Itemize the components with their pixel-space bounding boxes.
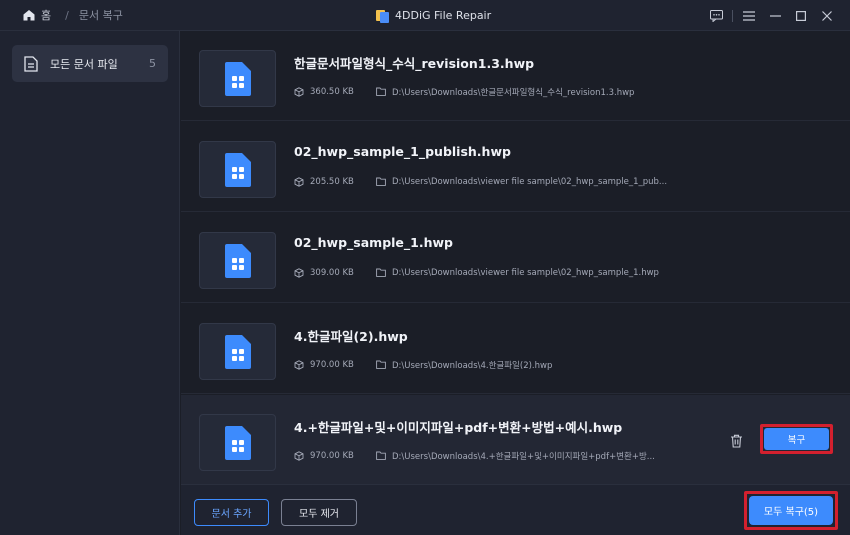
breadcrumb-current: 문서 복구 <box>78 9 123 22</box>
file-name: 4.+한글파일+및+이미지파일+pdf+변환+방법+예시.hwp <box>294 420 623 435</box>
file-row[interactable]: 02_hwp_sample_1.hwp 309.00 KB D:\Users\D… <box>181 213 850 303</box>
app-title-text: 4DDiG File Repair <box>395 9 492 22</box>
file-size: 205.50 KB <box>310 177 354 187</box>
file-thumbnail <box>199 323 276 380</box>
file-size-icon <box>294 360 304 370</box>
recover-button-highlight: 복구 <box>760 424 833 454</box>
breadcrumb-home[interactable]: 홈 <box>41 7 51 23</box>
file-path: D:\Users\Downloads\한글문서파일형식_수식_revision1… <box>392 88 635 98</box>
file-row[interactable]: 02_hwp_sample_1_publish.hwp 205.50 KB D:… <box>181 122 850 212</box>
file-meta: 205.50 KB D:\Users\Downloads\viewer file… <box>294 177 667 187</box>
file-row-selected[interactable]: 4.+한글파일+및+이미지파일+pdf+변환+방법+예시.hwp 970.00 … <box>181 395 850 484</box>
file-name: 02_hwp_sample_1.hwp <box>294 235 453 250</box>
folder-icon <box>376 268 386 278</box>
sidebar-item-all-documents[interactable]: 모든 문서 파일 5 <box>12 45 168 82</box>
file-size: 360.50 KB <box>310 87 354 97</box>
home-icon[interactable] <box>22 8 36 22</box>
clear-all-button[interactable]: 모두 제거 <box>281 499 357 526</box>
title-bar: 홈 / 문서 복구 4DDiG File Repair <box>0 0 850 31</box>
file-meta: 970.00 KB D:\Users\Downloads\4.한글파일(2).h… <box>294 359 552 371</box>
breadcrumb: 홈 / 문서 복구 <box>0 7 123 23</box>
file-size-icon <box>294 268 304 278</box>
file-size: 970.00 KB <box>310 360 354 370</box>
file-list: 한글문서파일형식_수식_revision1.3.hwp 360.50 KB D:… <box>181 31 850 484</box>
hwp-file-icon <box>224 425 251 460</box>
controls-divider <box>732 9 733 22</box>
file-meta: 309.00 KB D:\Users\Downloads\viewer file… <box>294 268 659 278</box>
trash-icon[interactable] <box>728 433 744 449</box>
document-icon <box>24 55 38 72</box>
file-thumbnail <box>199 414 276 471</box>
file-name: 02_hwp_sample_1_publish.hwp <box>294 144 511 159</box>
folder-icon <box>376 360 386 370</box>
add-document-button[interactable]: 문서 추가 <box>194 499 269 526</box>
recover-button[interactable]: 복구 <box>764 428 829 450</box>
file-row[interactable]: 4.한글파일(2).hwp 970.00 KB D:\Users\Downloa… <box>181 304 850 394</box>
sidebar-item-label: 모든 문서 파일 <box>50 57 118 71</box>
window-controls <box>703 0 840 31</box>
file-path: D:\Users\Downloads\viewer file sample\02… <box>392 177 668 187</box>
file-size: 309.00 KB <box>310 268 354 278</box>
file-size-icon <box>294 177 304 187</box>
file-thumbnail <box>199 50 276 107</box>
hwp-file-icon <box>224 334 251 369</box>
file-path: D:\Users\Downloads\4.한글파일(2).hwp <box>392 361 553 371</box>
hwp-file-icon <box>224 152 251 187</box>
app-logo-icon <box>376 9 389 23</box>
recover-all-button[interactable]: 모두 복구(5) <box>749 496 833 525</box>
file-meta: 360.50 KB D:\Users\Downloads\한글문서파일형식_수식… <box>294 86 634 98</box>
file-path: D:\Users\Downloads\4.+한글파일+및+이미지파일+pdf+변… <box>392 452 655 462</box>
file-meta: 970.00 KB D:\Users\Downloads\4.+한글파일+및+이… <box>294 450 655 462</box>
hwp-file-icon <box>224 61 251 96</box>
file-size-icon <box>294 87 304 97</box>
sidebar: 모든 문서 파일 5 <box>0 31 180 535</box>
file-size: 970.00 KB <box>310 451 354 461</box>
folder-icon <box>376 177 386 187</box>
close-icon[interactable] <box>814 0 840 31</box>
folder-icon <box>376 451 386 461</box>
recover-all-highlight: 모두 복구(5) <box>744 491 838 530</box>
file-row[interactable]: 한글문서파일형식_수식_revision1.3.hwp 360.50 KB D:… <box>181 31 850 121</box>
menu-icon[interactable] <box>736 0 762 31</box>
folder-icon <box>376 87 386 97</box>
file-thumbnail <box>199 141 276 198</box>
feedback-icon[interactable] <box>703 0 729 31</box>
maximize-icon[interactable] <box>788 0 814 31</box>
app-title: 4DDiG File Repair <box>376 0 491 31</box>
file-size-icon <box>294 451 304 461</box>
footer-bar: 문서 추가 모두 제거 모두 복구(5) <box>181 484 850 535</box>
file-name: 4.한글파일(2).hwp <box>294 329 408 344</box>
sidebar-item-count: 5 <box>149 57 156 70</box>
hwp-file-icon <box>224 243 251 278</box>
minimize-icon[interactable] <box>762 0 788 31</box>
file-thumbnail <box>199 232 276 289</box>
file-name: 한글문서파일형식_수식_revision1.3.hwp <box>294 56 535 71</box>
file-path: D:\Users\Downloads\viewer file sample\02… <box>392 268 659 278</box>
breadcrumb-separator: / <box>65 8 69 22</box>
